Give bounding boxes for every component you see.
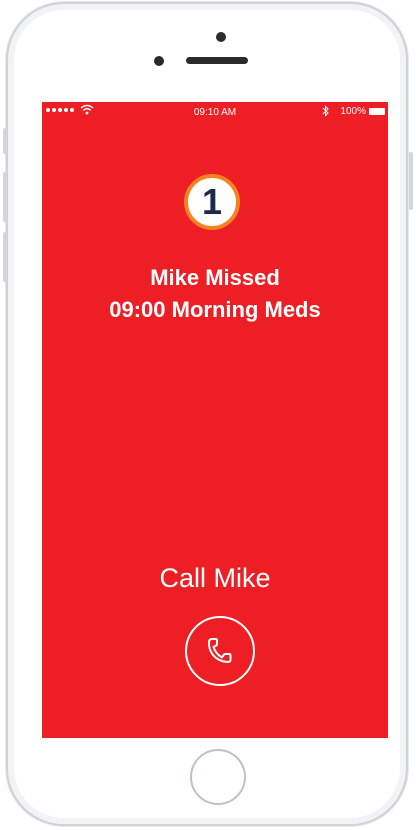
call-button[interactable] [185, 616, 255, 686]
home-button[interactable] [190, 749, 246, 805]
message-line-1: Mike Missed [150, 265, 280, 290]
battery-icon [369, 108, 385, 115]
earpiece-speaker [186, 57, 248, 64]
sensor-dot [216, 32, 226, 42]
status-bar: 09:10 AM 100% [42, 102, 388, 122]
battery-percentage: 100% [340, 106, 366, 117]
volume-up-button [3, 172, 7, 222]
volume-down-button [3, 232, 7, 282]
missed-count-badge: 1 [184, 174, 240, 230]
mute-switch [3, 128, 7, 154]
status-time: 09:10 AM [193, 107, 237, 118]
power-button [409, 152, 413, 210]
call-label[interactable]: Call Mike [42, 561, 388, 595]
phone-icon [207, 638, 232, 663]
bluetooth-icon [322, 105, 329, 117]
phone-frame: 09:10 AM 100% 1 Mike Missed 09:00 Mornin… [6, 2, 408, 826]
front-camera [154, 56, 164, 66]
message-line-2: 09:00 Morning Meds [109, 297, 321, 322]
missed-dose-message: Mike Missed 09:00 Morning Meds [42, 262, 388, 326]
screen: 09:10 AM 100% 1 Mike Missed 09:00 Mornin… [42, 102, 388, 738]
badge-count: 1 [201, 181, 223, 222]
